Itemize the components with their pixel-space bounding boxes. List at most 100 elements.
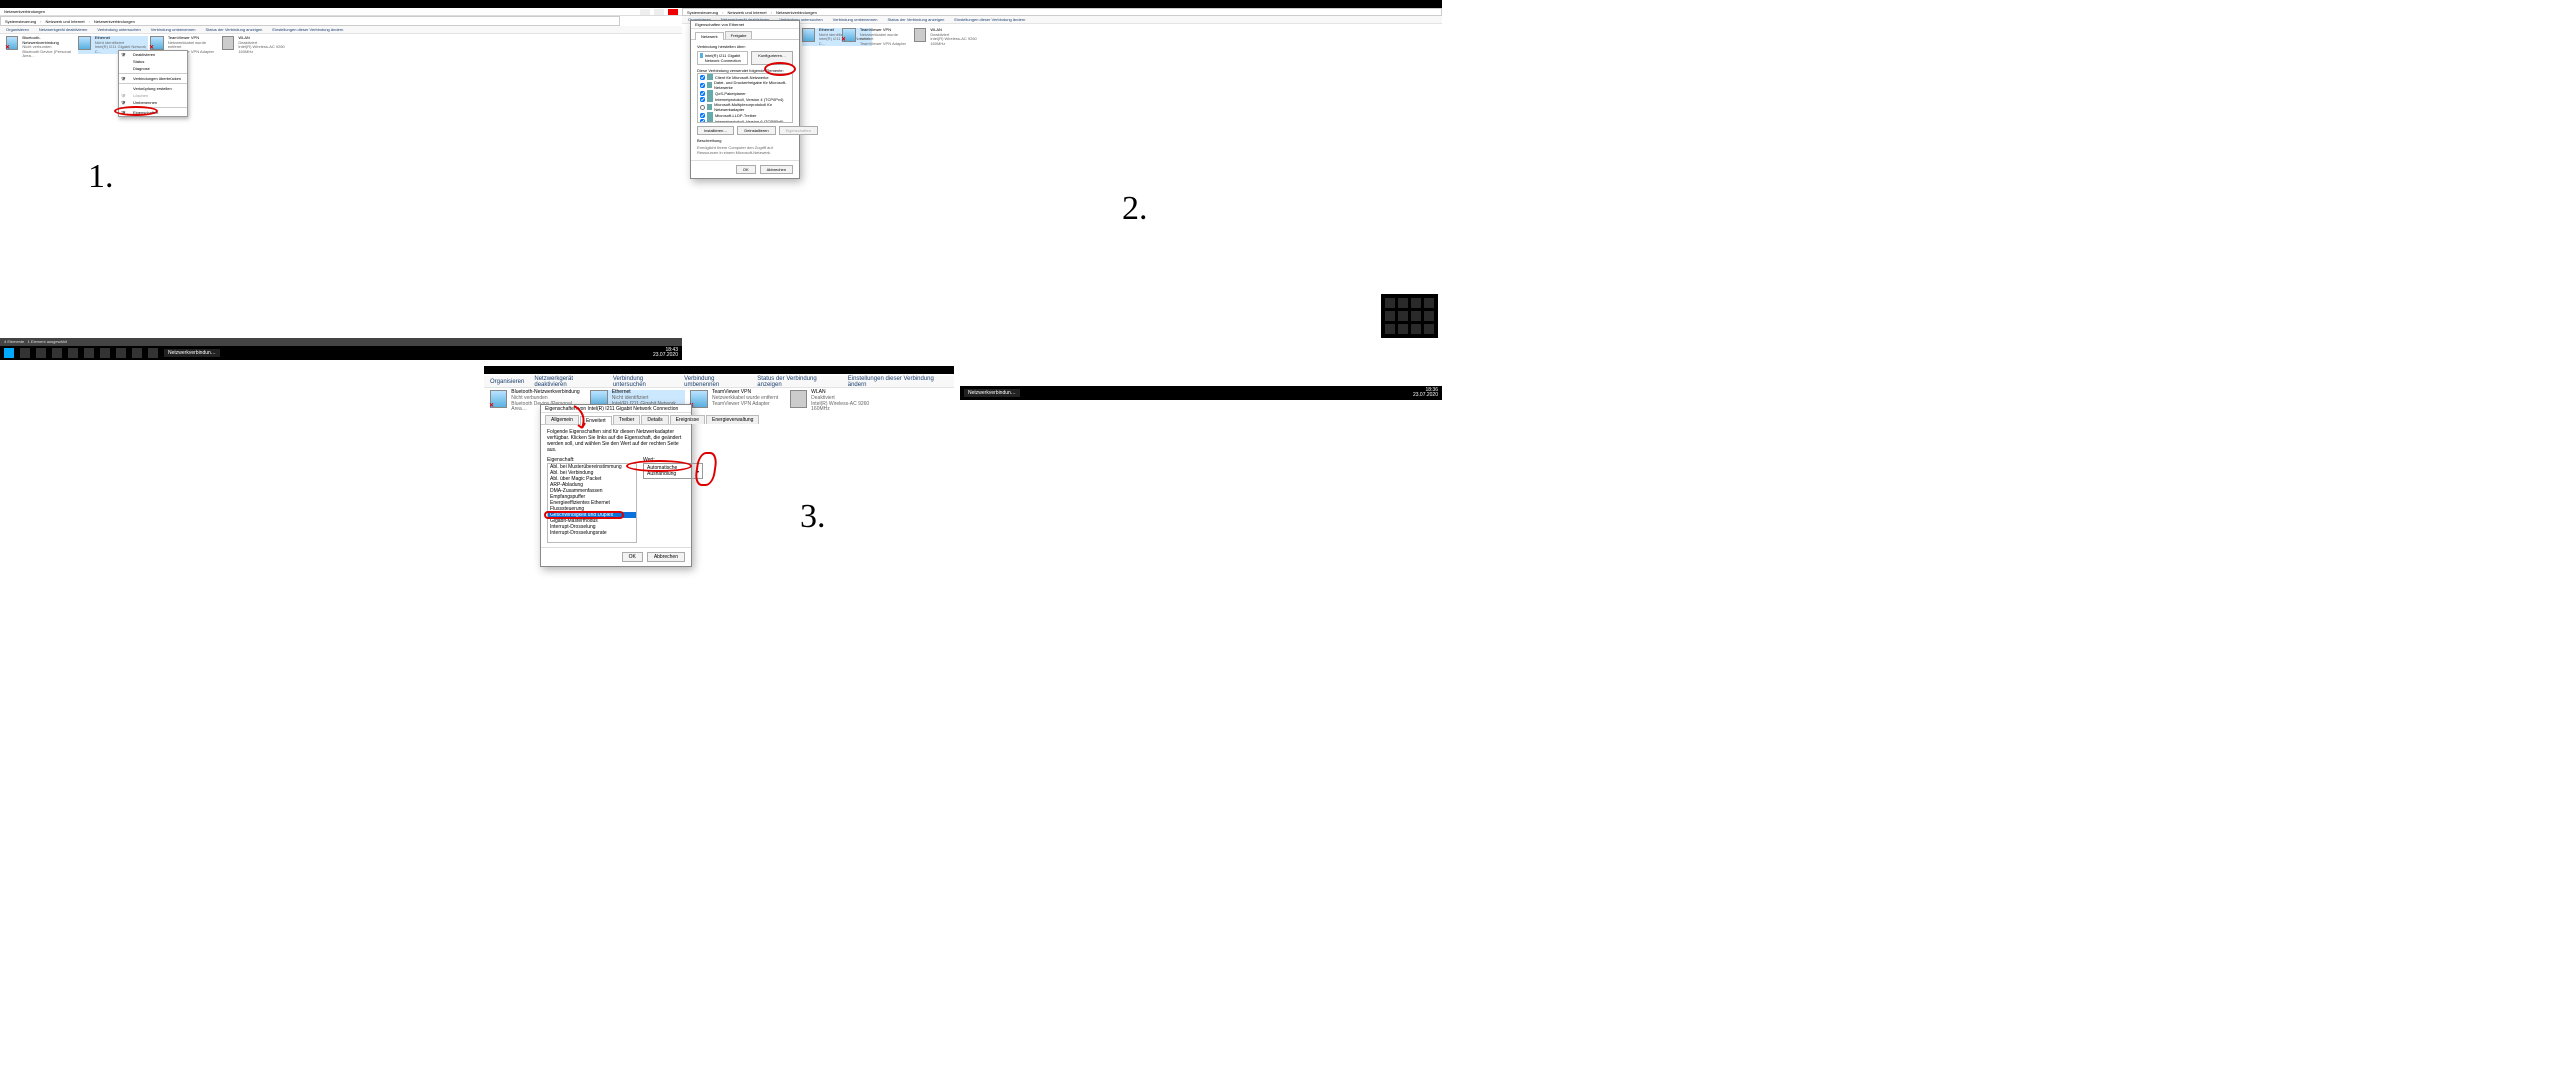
tray-icon[interactable] — [1398, 311, 1408, 321]
nic-icon — [150, 36, 164, 50]
breadcrumb[interactable]: Systemsteuerung› Netzwerk und Internet› … — [0, 16, 620, 26]
tray-icon[interactable] — [1385, 324, 1395, 334]
tray-icon[interactable] — [1398, 298, 1408, 308]
taskbar[interactable]: Netzwerkverbindun… 18:36 23.07.2020 — [960, 386, 1442, 400]
cancel-button[interactable]: Abbrechen — [647, 552, 685, 562]
tray-icon[interactable] — [1385, 311, 1395, 321]
tab-details[interactable]: Details — [641, 415, 668, 424]
tray-flyout[interactable] — [1381, 294, 1438, 338]
proto-check[interactable] — [700, 91, 705, 96]
nic-small-icon — [700, 53, 703, 58]
tab-network[interactable]: Netzwerk — [695, 32, 724, 40]
ctx-rename[interactable]: Umbenennen — [119, 99, 187, 106]
proto-check[interactable] — [700, 97, 705, 102]
tool-props[interactable]: Einstellungen dieser Verbindung ändern — [272, 27, 343, 32]
tool-organize[interactable]: Organisieren — [6, 27, 29, 32]
taskbar-app[interactable] — [52, 348, 62, 358]
taskbar-active[interactable]: Netzwerkverbindun… — [164, 349, 220, 357]
proto-check[interactable] — [700, 83, 705, 88]
property-list[interactable]: Abl. bei Musterübereinstimmung Abl. bei … — [547, 463, 637, 543]
adapter-wlan[interactable]: WLAN Deaktiviert Intel(R) Wireless-AC 92… — [222, 36, 292, 54]
ok-button[interactable]: OK — [736, 165, 756, 174]
taskbar-app[interactable] — [132, 348, 142, 358]
tab-events[interactable]: Ereignisse — [670, 415, 705, 424]
nic-icon — [914, 28, 926, 42]
browser-tabbar — [682, 0, 1442, 8]
prop-item[interactable]: Interrupt-Drosselungsrate — [548, 530, 636, 536]
nic-icon — [6, 36, 18, 50]
nic-icon — [690, 390, 708, 408]
statusbar: 4 Elemente 1 Element ausgewählt — [0, 338, 682, 346]
crumb[interactable]: Systemsteuerung — [5, 19, 36, 24]
tab-advanced[interactable]: Erweitert — [580, 416, 612, 425]
ok-button[interactable]: OK — [622, 552, 643, 562]
taskbar-app[interactable] — [68, 348, 78, 358]
close-button[interactable] — [668, 9, 678, 15]
explorer-toolbar: Organisieren Netzwerkgerät deaktivieren … — [484, 376, 954, 388]
ctx-properties[interactable]: Eigenschaften — [119, 109, 187, 116]
tray-icon[interactable] — [1411, 324, 1421, 334]
proto-check[interactable] — [700, 105, 705, 110]
uninstall-button[interactable]: Deinstallieren — [737, 126, 775, 135]
taskbar-app[interactable] — [36, 348, 46, 358]
adapter-context-menu[interactable]: Deaktivieren Status Diagnose Verbindunge… — [118, 50, 188, 117]
adapter-bluetooth[interactable]: Bluetooth-Netzwerkverbindung Nicht verbu… — [6, 36, 76, 59]
browser-tabbar — [484, 366, 954, 374]
adapter-teamviewer[interactable]: TeamViewer VPNNetzwerkkabel wurde entfer… — [690, 390, 785, 408]
ctx-shortcut[interactable]: Verknüpfung erstellen — [119, 85, 187, 92]
breadcrumb[interactable]: Systemsteuerung› Netzwerk und Internet› … — [682, 8, 1442, 16]
nic-icon — [790, 390, 807, 408]
proto-check[interactable] — [700, 75, 705, 80]
taskbar-app[interactable] — [100, 348, 110, 358]
tab-sharing[interactable]: Freigabe — [725, 31, 753, 39]
desc-head: Beschreibung — [697, 138, 793, 143]
taskbar-app[interactable] — [116, 348, 126, 358]
adapter-wlan[interactable]: WLANDeaktiviertIntel(R) Wireless-AC 9260… — [790, 390, 885, 413]
tool-status[interactable]: Status der Verbindung anzeigen — [205, 27, 262, 32]
taskbar-app[interactable] — [20, 348, 30, 358]
taskbar-app[interactable] — [84, 348, 94, 358]
nic-properties-dialog[interactable]: Eigenschaften von Intel(R) I211 Gigabit … — [540, 404, 692, 567]
tray-icon[interactable] — [1411, 311, 1421, 321]
configure-button[interactable]: Konfigurieren… — [751, 51, 793, 65]
tray-icon[interactable] — [1411, 298, 1421, 308]
explorer-titlebar: Netzwerkverbindungen — [0, 8, 682, 16]
taskbar[interactable]: Netzwerkverbindun… 18:43 23.07.2020 — [0, 346, 682, 360]
tool-rename[interactable]: Verbindung umbenennen — [151, 27, 196, 32]
taskbar-app[interactable] — [148, 348, 158, 358]
taskbar-active[interactable]: Netzwerkverbindun… — [964, 389, 1020, 397]
tab-power[interactable]: Energieverwaltung — [706, 415, 759, 424]
dialog-title: Eigenschaften von Ethernet — [691, 21, 799, 29]
install-button[interactable]: Installieren… — [697, 126, 734, 135]
ctx-disable[interactable]: Deaktivieren — [119, 51, 187, 58]
ctx-status[interactable]: Status — [119, 58, 187, 65]
adapter-wlan[interactable]: WLANDeaktiviertIntel(R) Wireless-AC 9260… — [914, 28, 984, 46]
cancel-button[interactable]: Abbrechen — [760, 165, 793, 174]
tool-diag[interactable]: Verbindung untersuchen — [97, 27, 140, 32]
tab-general[interactable]: Allgemein — [545, 415, 579, 424]
crumb[interactable]: Netzwerk und Internet — [45, 19, 84, 24]
proto-check[interactable] — [700, 113, 705, 118]
protocol-list[interactable]: Client für Microsoft-Netzwerke Datei- un… — [697, 73, 793, 123]
min-button[interactable] — [640, 9, 650, 15]
tray-icon[interactable] — [1398, 324, 1408, 334]
taskbar-clock[interactable]: 18:36 23.07.2020 — [1413, 388, 1438, 398]
tool-disable[interactable]: Netzwerkgerät deaktivieren — [39, 27, 87, 32]
ethernet-properties-dialog[interactable]: Eigenschaften von Ethernet Netzwerk Frei… — [690, 20, 800, 179]
ctx-bridge[interactable]: Verbindungen überbrücken — [119, 75, 187, 82]
tray-icon[interactable] — [1385, 298, 1395, 308]
ctx-diagnose[interactable]: Diagnose — [119, 65, 187, 72]
explorer-toolbar: Organisieren Netzwerkgerät deaktivieren … — [0, 26, 682, 34]
taskbar-clock[interactable]: 18:43 23.07.2020 — [653, 348, 678, 358]
crumb[interactable]: Netzwerkverbindungen — [94, 19, 135, 24]
tray-icon[interactable] — [1424, 324, 1434, 334]
value-dropdown[interactable]: Automatische Aushandlung ▾ — [643, 463, 703, 479]
proto-check[interactable] — [700, 119, 705, 124]
max-button[interactable] — [654, 9, 664, 15]
tray-icon[interactable] — [1424, 298, 1434, 308]
tray-icon[interactable] — [1424, 311, 1434, 321]
adapter-teamviewer[interactable]: TeamViewer VPNNetzwerkkabel wurde entfer… — [842, 28, 912, 46]
tab-driver[interactable]: Treiber — [613, 415, 641, 424]
start-button[interactable] — [4, 348, 14, 358]
proto-icon — [707, 118, 713, 123]
